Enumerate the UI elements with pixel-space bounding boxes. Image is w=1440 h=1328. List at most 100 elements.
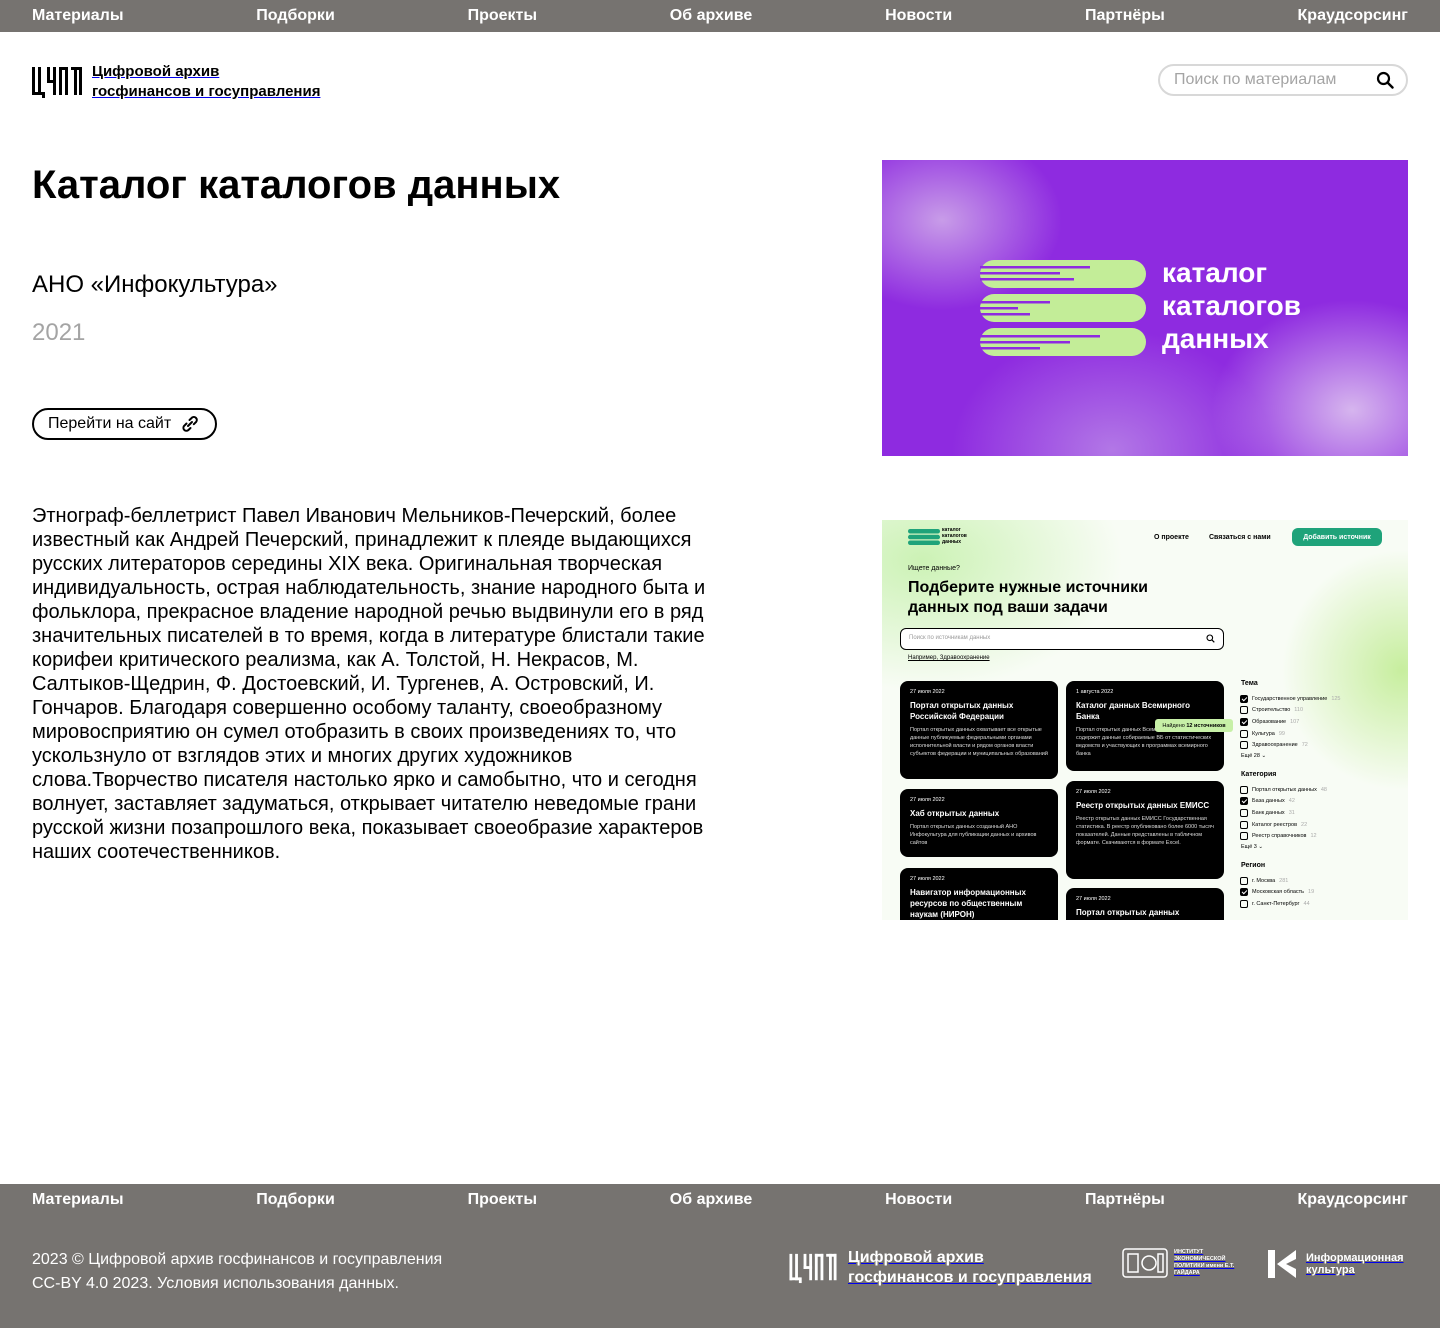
filter-item: Строительство 110 bbox=[1240, 705, 1400, 717]
preview-card: 27 июля 2022 Хаб открытых данных Портал … bbox=[900, 789, 1058, 857]
gaidar-institute-icon bbox=[1122, 1248, 1168, 1278]
filter-label: Образование bbox=[1252, 718, 1287, 725]
cover-line1: каталог bbox=[1162, 257, 1268, 288]
preview-add-source-button: Добавить источник bbox=[1292, 528, 1382, 546]
nav-item-projects[interactable]: Проекты bbox=[468, 7, 537, 25]
filter-item: Московская область 19 bbox=[1240, 887, 1400, 899]
filter-label: г. Санкт-Петербург bbox=[1252, 900, 1300, 907]
filter-count: 42 bbox=[1288, 798, 1295, 805]
card-date: 27 июля 2022 bbox=[910, 797, 945, 803]
chevron-down-icon: ⌄ bbox=[1258, 843, 1263, 850]
filter-item: Каталог реестров 22 bbox=[1240, 819, 1400, 831]
nav-item-partners[interactable]: Партнёры bbox=[1085, 7, 1165, 25]
checkbox-checked bbox=[1240, 797, 1248, 806]
filter-heading: Регион bbox=[1241, 861, 1266, 869]
description-text: Этнограф-беллетрист Павел Иванович Мельн… bbox=[32, 505, 706, 863]
infoculture-line1: Информационная bbox=[1306, 1252, 1404, 1264]
nav-item-news[interactable]: Новости bbox=[885, 7, 952, 25]
infoculture-icon bbox=[1268, 1250, 1296, 1278]
preview-card: 27 июля 2022 Навигатор информационных ре… bbox=[900, 868, 1058, 920]
footer-nav-materials[interactable]: Материалы bbox=[32, 1191, 124, 1209]
page-title: Каталог каталогов данных bbox=[32, 163, 561, 207]
infoculture-line2: культура bbox=[1306, 1264, 1355, 1276]
filter-item: Образование 107 bbox=[1240, 716, 1400, 728]
filter-label: Культура bbox=[1252, 730, 1275, 737]
nav-item-materials[interactable]: Материалы bbox=[32, 7, 124, 25]
archive-logo-icon bbox=[32, 67, 82, 98]
filter-label: Государственное управление bbox=[1252, 695, 1328, 702]
footer-nav-about[interactable]: Об архиве bbox=[670, 1191, 753, 1209]
found-badge: Найдено 12 источников bbox=[1155, 719, 1233, 732]
checkbox bbox=[1240, 729, 1248, 738]
filter-item: Культура 99 bbox=[1240, 728, 1400, 740]
preview-filters: Тема Государственное управление 125 Строи… bbox=[1240, 680, 1400, 910]
checkbox-checked bbox=[1240, 717, 1248, 726]
found-prefix: Найдено bbox=[1162, 722, 1185, 729]
card-text: Портал открытых данных созданный АНО Инф… bbox=[910, 824, 1037, 846]
license-link[interactable]: CC-BY 4.0 2023. Условия использования да… bbox=[32, 1272, 442, 1296]
filter-more: Ещё 28 ⌄ bbox=[1241, 753, 1400, 759]
filter-count: 22 bbox=[1301, 821, 1308, 828]
preview-example: Например, Здравоохранение bbox=[908, 655, 990, 661]
card-title: Навигатор информационных ресурсов по общ… bbox=[910, 888, 1026, 919]
filter-label: Реестр справочников bbox=[1252, 833, 1307, 840]
footer-nav-partners[interactable]: Партнёры bbox=[1085, 1191, 1165, 1209]
filter-label: Каталог реестров bbox=[1252, 821, 1298, 828]
filter-label: Здравоохранение bbox=[1252, 742, 1298, 749]
checkbox bbox=[1240, 706, 1248, 715]
checkbox bbox=[1240, 741, 1248, 750]
found-count: 12 источников bbox=[1186, 722, 1226, 729]
nav-item-collections[interactable]: Подборки bbox=[256, 7, 335, 25]
logo-text-line1: Цифровой архив bbox=[92, 63, 220, 80]
filter-more-label: Ещё 28 bbox=[1241, 752, 1260, 759]
preview-search-placeholder: Поиск по источникам данных bbox=[909, 635, 991, 641]
preview-heading: Подберите нужные источники данных под ва… bbox=[908, 579, 1148, 616]
filter-count: 12 bbox=[1310, 833, 1317, 840]
filter-count: 44 bbox=[1303, 900, 1310, 907]
footer-nav-crowdsourcing[interactable]: Краудсорсинг bbox=[1298, 1191, 1408, 1209]
filter-count: 19 bbox=[1308, 889, 1315, 896]
filter-count: 72 bbox=[1301, 742, 1308, 749]
checkbox bbox=[1240, 899, 1248, 908]
footer-nav-collections[interactable]: Подборки bbox=[256, 1191, 335, 1209]
link-icon bbox=[182, 416, 198, 432]
search-icon[interactable] bbox=[1376, 71, 1394, 89]
footer-nav-news[interactable]: Новости bbox=[885, 1191, 952, 1209]
footer-archive-logo[interactable]: Цифровой архив госфинансов и госуправлен… bbox=[788, 1248, 1092, 1288]
logo-text-line2: госфинансов и госуправления bbox=[92, 83, 321, 100]
card-text: Реестр открытых данных ЕМИСС Государстве… bbox=[1076, 816, 1214, 846]
filter-heading: Категория bbox=[1241, 770, 1277, 778]
filter-heading: Тема bbox=[1241, 680, 1258, 687]
card-title: Хаб открытых данных bbox=[910, 809, 1000, 818]
filter-item: Банк данных 31 bbox=[1240, 807, 1400, 819]
gaidar-institute-logo[interactable]: ИНСТИТУТ ЭКОНОМИЧЕСКОЙ ПОЛИТИКИ имени Е.… bbox=[1122, 1248, 1238, 1278]
visit-site-button[interactable]: Перейти на сайт bbox=[32, 408, 218, 440]
nav-item-about[interactable]: Об архиве bbox=[670, 7, 753, 25]
filter-item: Портал открытых данных 48 bbox=[1240, 784, 1400, 796]
visit-site-label: Перейти на сайт bbox=[48, 415, 172, 432]
search-input[interactable] bbox=[1174, 71, 1364, 89]
checkbox-checked bbox=[1240, 694, 1248, 703]
filter-label: Банк данных bbox=[1252, 809, 1285, 816]
nav-item-crowdsourcing[interactable]: Краудсорсинг bbox=[1298, 7, 1408, 25]
filter-item: База данных 42 bbox=[1240, 796, 1400, 808]
infoculture-logo[interactable]: Информационная культура bbox=[1266, 1248, 1404, 1280]
filter-item: Реестр справочников 12 bbox=[1240, 830, 1400, 842]
site-logo[interactable]: Цифровой архив госфинансов и госуправлен… bbox=[32, 62, 320, 102]
filter-count: 48 bbox=[1320, 786, 1327, 793]
preview-question: Ищете данные? bbox=[908, 565, 960, 572]
filter-count: 31 bbox=[1288, 809, 1295, 816]
filter-label: Портал открытых данных bbox=[1252, 786, 1317, 793]
card-date: 1 августа 2022 bbox=[1076, 689, 1114, 695]
filter-item: Здравоохранение 72 bbox=[1240, 739, 1400, 751]
top-nav: Материалы Подборки Проекты Об архиве Нов… bbox=[0, 0, 1440, 32]
checkbox-checked bbox=[1240, 888, 1248, 897]
filter-count: 110 bbox=[1294, 707, 1304, 714]
card-title: Портал открытых данных bbox=[1076, 908, 1180, 917]
preview-card: 27 июля 2022 Реестр открытых данных ЕМИС… bbox=[1066, 781, 1224, 879]
checkbox bbox=[1240, 876, 1248, 885]
footer-nav-projects[interactable]: Проекты bbox=[468, 1191, 537, 1209]
filter-count: 107 bbox=[1290, 718, 1300, 725]
filter-more-label: Ещё 3 bbox=[1241, 843, 1257, 850]
filter-item: Государственное управление 125 bbox=[1240, 693, 1400, 705]
